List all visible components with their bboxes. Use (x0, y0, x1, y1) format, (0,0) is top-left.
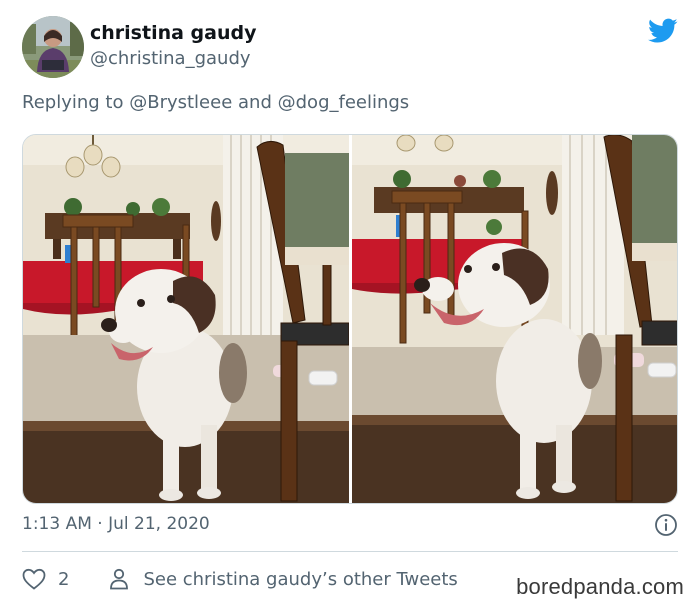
watermark: boredpanda.com (516, 574, 684, 599)
tweet-card: christina gaudy @christina_gaudy Replyin… (0, 0, 700, 606)
reply-conjunction: and (238, 92, 272, 113)
person-icon (109, 568, 129, 590)
other-tweets-link[interactable]: See christina gaudy’s other Tweets (109, 568, 458, 590)
reply-mention-2[interactable]: @dog_feelings (278, 92, 410, 113)
like-count: 2 (58, 568, 70, 590)
heart-icon (22, 568, 46, 590)
divider (22, 551, 678, 552)
other-tweets-label: See christina gaudy’s other Tweets (143, 568, 458, 590)
reply-context: Replying to @Brystleee and @dog_feelings (22, 92, 409, 113)
like-button[interactable]: 2 (22, 568, 69, 590)
user-display-name[interactable]: christina gaudy (90, 22, 256, 44)
reply-prefix: Replying to (22, 92, 124, 113)
avatar-photo (22, 16, 84, 78)
media-photo-1[interactable] (23, 135, 349, 503)
info-icon[interactable] (654, 513, 678, 537)
user-avatar[interactable] (22, 16, 84, 78)
media-gallery (22, 134, 678, 504)
user-handle[interactable]: @christina_gaudy (90, 48, 251, 69)
media-photo-2[interactable] (352, 135, 677, 503)
reply-mention-1[interactable]: @Brystleee (129, 92, 232, 113)
tweet-actions: 2 See christina gaudy’s other Tweets (22, 566, 458, 592)
tweet-timestamp[interactable]: 1:13 AM · Jul 21, 2020 (22, 514, 210, 534)
twitter-bird-icon[interactable] (648, 18, 678, 44)
